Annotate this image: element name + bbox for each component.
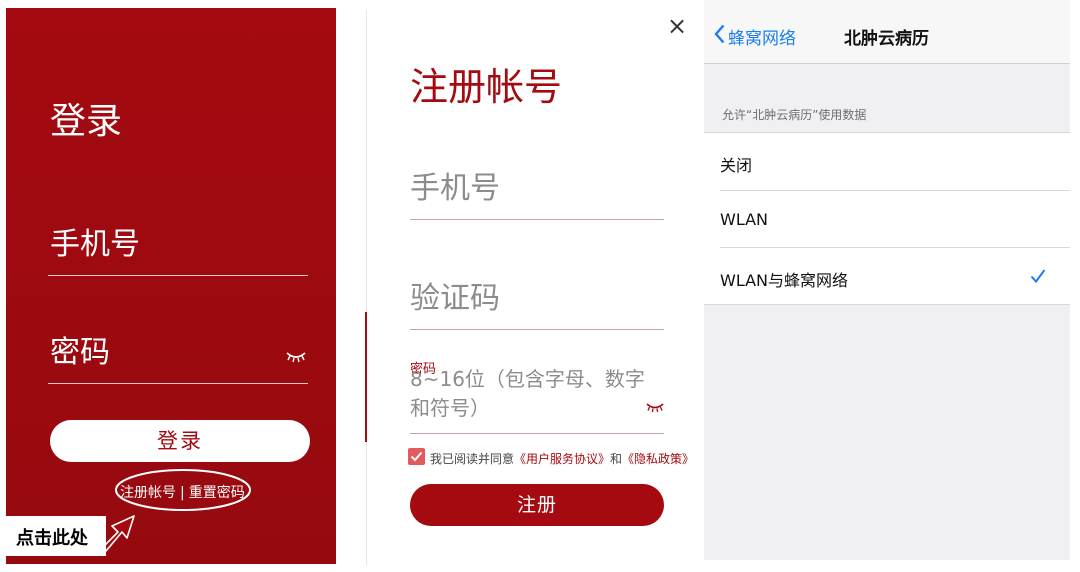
eye-closed-icon[interactable] <box>286 351 306 363</box>
login-phone-placeholder: 手机号 <box>50 227 140 262</box>
click-here-text: 点击此处 <box>16 528 88 549</box>
register-screen: × 注册帐号 手机号 验证码 密码 8~16位（包含字母、数字和符号） 我已阅读… <box>368 0 702 572</box>
register-account-link[interactable]: 注册帐号 <box>120 485 176 501</box>
agreement-checkbox[interactable] <box>408 448 425 465</box>
verification-code-field[interactable]: 验证码 <box>410 274 664 330</box>
register-title: 注册帐号 <box>410 65 563 109</box>
option-label: 关闭 <box>720 156 753 175</box>
register-phone-placeholder: 手机号 <box>410 171 500 206</box>
checkmark-icon <box>1030 269 1046 284</box>
register-button[interactable]: 注册 <box>410 484 664 526</box>
register-phone-field[interactable]: 手机号 <box>410 164 664 220</box>
register-password-field[interactable]: 8~16位（包含字母、数字和符号） <box>410 367 664 434</box>
link-separator: | <box>180 485 185 501</box>
option-label: WLAN <box>720 210 769 229</box>
section-header: 允许“北肿云病历”使用数据 <box>722 108 867 122</box>
option-off[interactable]: 关闭 <box>704 133 1070 190</box>
account-links: 注册帐号 | 重置密码 <box>120 482 245 502</box>
eye-closed-icon[interactable] <box>646 402 664 413</box>
agreement-prefix: 我已阅读并同意 <box>430 452 515 466</box>
close-icon[interactable]: × <box>667 12 687 40</box>
login-phone-field[interactable]: 手机号 <box>48 220 308 276</box>
agreement-row: 我已阅读并同意《用户服务协议》和《隐私政策》 <box>408 446 708 470</box>
login-screen: 登录 手机号 密码 登录 注册帐号 | 重置密码 点击此处 <box>6 8 336 564</box>
register-password-placeholder: 8~16位（包含字母、数字和符号） <box>410 367 645 420</box>
panel-divider <box>366 10 367 565</box>
click-here-annotation: 点击此处 <box>6 516 106 556</box>
login-title: 登录 <box>50 101 123 142</box>
chevron-left-icon <box>714 24 725 44</box>
checkmark-icon <box>410 451 423 462</box>
agreement-and: 和 <box>610 452 623 466</box>
login-password-placeholder: 密码 <box>50 335 110 370</box>
navigation-bar: 蜂窝网络 北肿云病历 <box>704 0 1070 64</box>
option-label: WLAN与蜂窝网络 <box>720 271 849 290</box>
agreement-text: 我已阅读并同意《用户服务协议》和《隐私政策》 <box>430 450 694 467</box>
terms-link[interactable]: 《用户服务协议》 <box>514 452 610 466</box>
privacy-link[interactable]: 《隐私政策》 <box>622 452 694 466</box>
login-password-field[interactable]: 密码 <box>48 328 308 384</box>
option-wlan-cellular[interactable]: WLAN与蜂窝网络 <box>720 247 1070 304</box>
option-wlan[interactable]: WLAN <box>720 190 1070 247</box>
ios-settings-screen: 蜂窝网络 北肿云病历 允许“北肿云病历”使用数据 关闭 WLAN WLAN与蜂窝… <box>704 0 1070 560</box>
back-label: 蜂窝网络 <box>728 29 796 49</box>
nav-title: 北肿云病历 <box>844 29 929 49</box>
data-usage-options: 关闭 WLAN WLAN与蜂窝网络 <box>704 132 1070 305</box>
reset-password-link[interactable]: 重置密码 <box>189 485 245 501</box>
panel-divider-accent <box>365 312 367 442</box>
login-button[interactable]: 登录 <box>50 420 310 462</box>
verification-code-placeholder: 验证码 <box>410 281 500 316</box>
